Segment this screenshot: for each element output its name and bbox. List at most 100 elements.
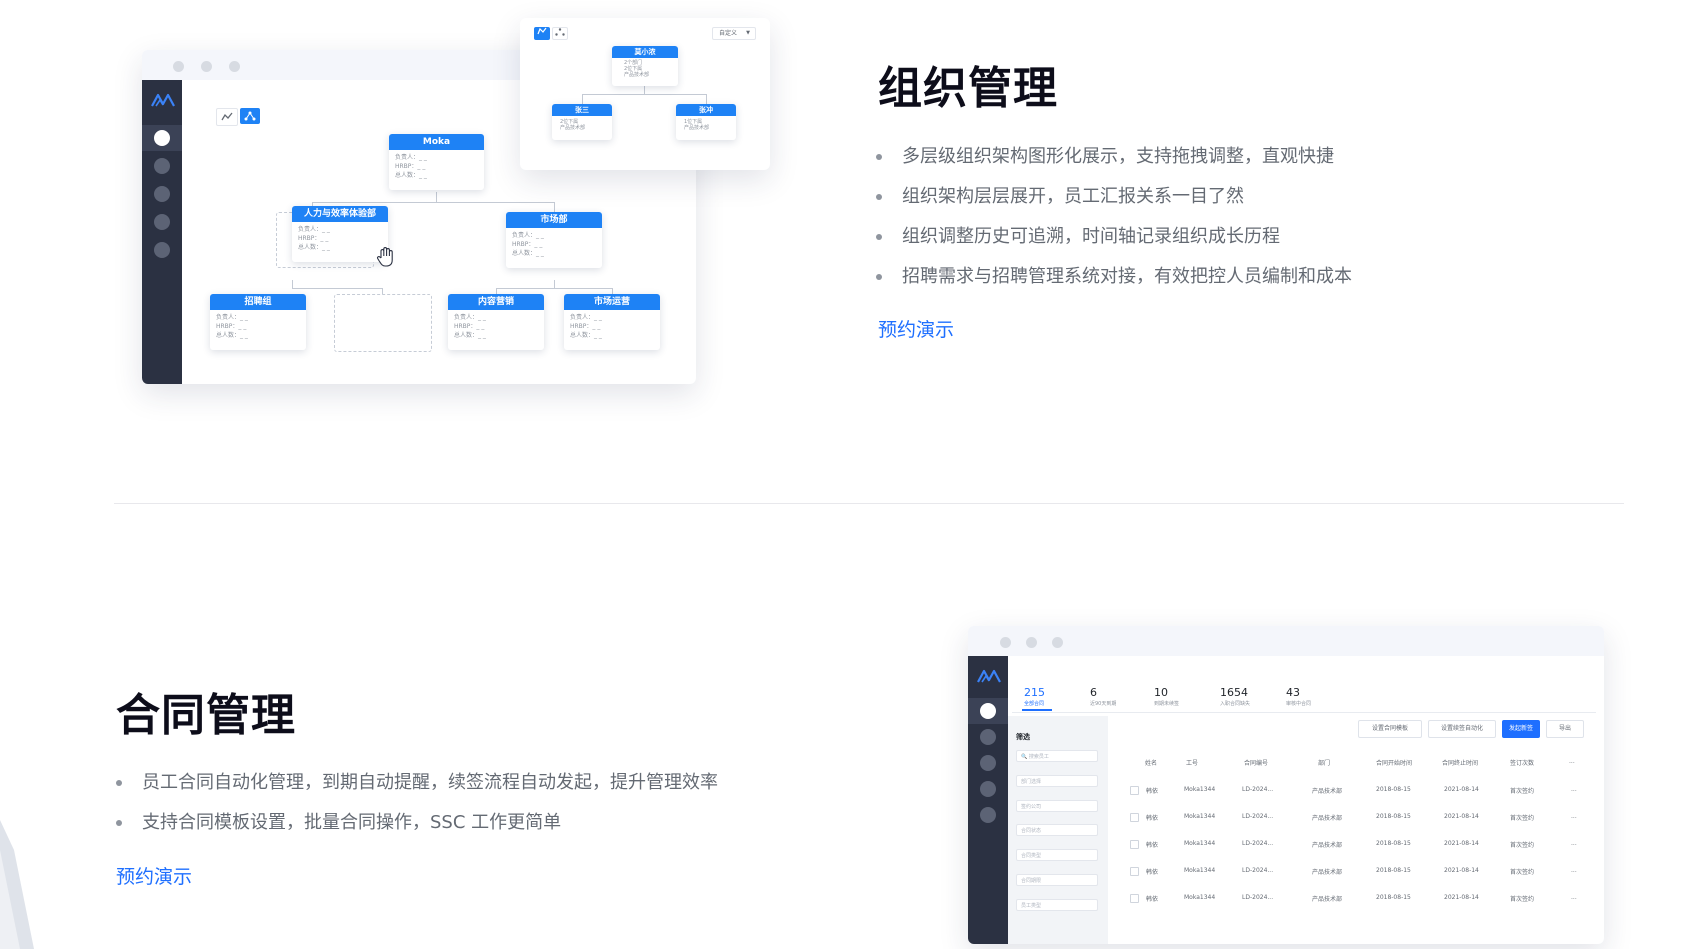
line-chart-icon[interactable] (534, 27, 550, 40)
window-dot (173, 61, 184, 72)
popup-node-child[interactable]: 张三 2位下属 产品技术部 (552, 104, 612, 140)
contract-window: 215 全部合同 6 近90天到期 10 到期未续签 1654 入职合同缺失 4… (968, 626, 1604, 944)
stat-tab-all[interactable]: 215 全部合同 (1024, 686, 1045, 707)
org-node-fields: 负责人：_ _ HRBP：_ _ 总人数：_ _ (570, 314, 602, 339)
stat-value: 215 (1024, 686, 1045, 699)
stat-value: 1654 (1220, 686, 1248, 699)
template-settings-button[interactable]: 设置合同模板 (1358, 720, 1422, 738)
connector-line (292, 288, 382, 289)
decorative-shape (0, 820, 34, 949)
stat-label: 全部合同 (1024, 701, 1045, 707)
connector-line (496, 288, 612, 289)
org-node-team[interactable]: 内容营销 负责人：_ _ HRBP：_ _ 总人数：_ _ (448, 294, 544, 350)
connector-line (582, 94, 583, 104)
popup-node-root[interactable]: 莫小浓 2个部门 2位下属 产品技术部 (612, 46, 678, 86)
row-checkbox[interactable] (1130, 867, 1139, 876)
connector-line (554, 280, 555, 288)
line-chart-icon[interactable] (216, 108, 238, 126)
org-tree-icon[interactable] (240, 108, 260, 124)
org-node-title: 招聘组 (210, 294, 306, 310)
row-checkbox[interactable] (1130, 894, 1139, 903)
filter-select[interactable]: 合同类型 (1016, 849, 1098, 861)
column-header: ... (1569, 758, 1575, 765)
org-node-team[interactable]: 招聘组 负责人：_ _ HRBP：_ _ 总人数：_ _ (210, 294, 306, 350)
org-node-title: 莫小浓 (612, 46, 678, 58)
chevron-down-icon: ▼ (746, 30, 750, 36)
connector-line (312, 202, 554, 203)
filter-select[interactable]: 合同期限 (1016, 874, 1098, 886)
view-dropdown[interactable]: 自定义 ▼ (712, 27, 756, 40)
sidebar-item[interactable] (980, 807, 996, 823)
org-node-fields: 负责人：_ _ HRBP：_ _ 总人数：_ _ (454, 314, 486, 339)
org-feature-item: 多层级组织架构图形化展示，支持拖拽调整，直观快捷 (874, 137, 1352, 177)
stat-label: 入职合同缺失 (1220, 701, 1251, 707)
stat-tab[interactable]: 43 审核中合同 (1286, 686, 1311, 707)
active-tab-underline (1022, 709, 1052, 711)
org-feature-item: 招聘需求与招聘管理系统对接，有效把控人员编制和成本 (874, 257, 1352, 297)
new-contract-button[interactable]: 发起新签 (1502, 720, 1540, 738)
app-sidebar (142, 80, 182, 384)
org-node-fields: 2位下属 产品技术部 (560, 119, 586, 131)
contract-section-title: 合同管理 (116, 690, 296, 741)
row-checkbox[interactable] (1130, 813, 1139, 822)
sidebar-item-active[interactable] (980, 703, 996, 719)
sidebar-item[interactable] (154, 214, 170, 230)
org-feature-list: 多层级组织架构图形化展示，支持拖拽调整，直观快捷 组织架构层层展开，员工汇报关系… (874, 137, 1352, 297)
sidebar-item[interactable] (980, 781, 996, 797)
org-demo-link[interactable]: 预约演示 (878, 315, 954, 342)
renewal-automation-button[interactable]: 设置续签自动化 (1428, 720, 1496, 738)
sidebar-item-active[interactable] (154, 130, 170, 146)
filter-select[interactable]: 合同状态 (1016, 824, 1098, 836)
org-node-title: 市场运营 (564, 294, 660, 310)
org-node-team[interactable]: 市场运营 负责人：_ _ HRBP：_ _ 总人数：_ _ (564, 294, 660, 350)
stat-value: 43 (1286, 686, 1300, 699)
org-node-title: 张三 (552, 104, 612, 116)
org-feature-item: 组织架构层层展开，员工汇报关系一目了然 (874, 177, 1352, 217)
column-header: 部门 (1318, 760, 1331, 767)
org-section-title: 组织管理 (878, 63, 1058, 114)
window-dot (1052, 637, 1063, 648)
org-node-fields: 2个部门 2位下属 产品技术部 (624, 60, 650, 78)
filter-search-input[interactable]: 🔍 搜索员工 (1016, 750, 1098, 762)
org-node-fields: 负责人：_ _ HRBP：_ _ 总人数：_ _ (395, 154, 427, 179)
stat-tab[interactable]: 1654 入职合同缺失 (1220, 686, 1250, 707)
org-node-title: Moka (389, 134, 484, 150)
section-divider (114, 503, 1624, 504)
org-node-fields: 负责人：_ _ HRBP：_ _ 总人数：_ _ (216, 314, 248, 339)
stat-tab[interactable]: 10 到期未续签 (1154, 686, 1179, 707)
popup-node-child[interactable]: 张冲 1位下属 产品技术部 (676, 104, 736, 140)
sidebar-item[interactable] (154, 158, 170, 174)
stat-label: 到期未续签 (1154, 701, 1180, 707)
connector-line (436, 192, 437, 202)
sidebar-item[interactable] (154, 242, 170, 258)
org-tree-icon[interactable] (552, 27, 568, 40)
org-node-fields: 1位下属 产品技术部 (684, 119, 710, 131)
stat-tab[interactable]: 6 近90天到期 (1090, 686, 1116, 707)
app-sidebar (968, 656, 1008, 944)
stat-label: 近90天到期 (1090, 701, 1117, 707)
column-header: 姓名 (1145, 760, 1158, 767)
filter-select[interactable]: 员工类型 (1016, 899, 1098, 911)
view-dropdown-value: 自定义 (719, 30, 738, 37)
export-button[interactable]: 导出 (1546, 720, 1584, 738)
stat-value: 6 (1090, 686, 1097, 699)
org-node-root[interactable]: Moka 负责人：_ _ HRBP：_ _ 总人数：_ _ (389, 134, 484, 190)
connector-line (706, 94, 707, 104)
contract-demo-link[interactable]: 预约演示 (116, 862, 192, 889)
org-node-dept[interactable]: 市场部 负责人：_ _ HRBP：_ _ 总人数：_ _ (506, 212, 602, 268)
org-node-title: 内容营销 (448, 294, 544, 310)
sidebar-item[interactable] (980, 755, 996, 771)
column-header: 工号 (1186, 760, 1199, 767)
row-checkbox[interactable] (1130, 840, 1139, 849)
filter-select[interactable]: 部门选择 (1016, 775, 1098, 787)
window-titlebar (968, 626, 1604, 656)
sidebar-item[interactable] (154, 186, 170, 202)
column-header: 合同编号 (1244, 760, 1269, 767)
connector-line (292, 280, 293, 288)
row-checkbox[interactable] (1130, 786, 1139, 795)
org-node-dept[interactable]: 人力与效率体验部 负责人：_ _ HRBP：_ _ 总人数：_ _ (292, 206, 388, 262)
hand-cursor-icon (377, 247, 393, 267)
filter-select[interactable]: 签约公司 (1016, 800, 1098, 812)
sidebar-item[interactable] (980, 729, 996, 745)
filter-title: 筛选 (1016, 733, 1030, 741)
